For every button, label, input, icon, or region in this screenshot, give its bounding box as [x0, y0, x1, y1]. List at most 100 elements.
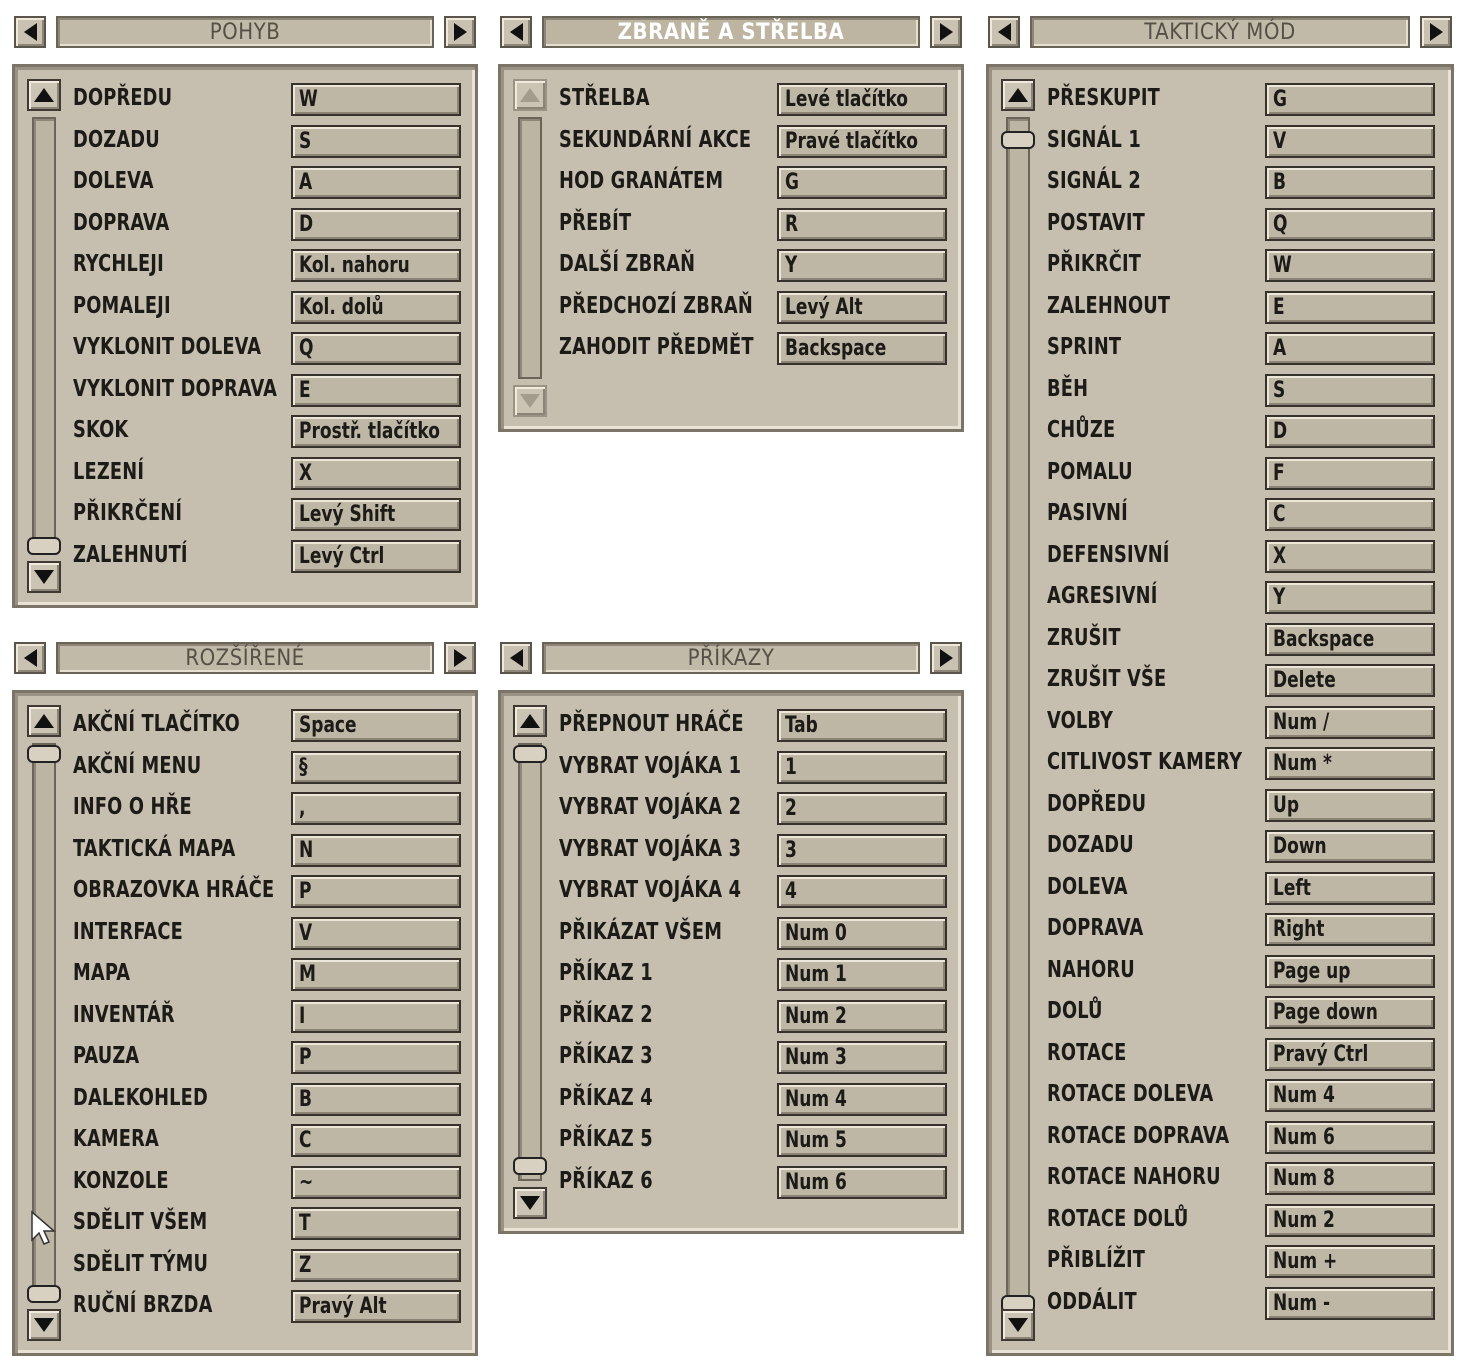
scrollbar[interactable]: [27, 79, 61, 593]
key-binding-field[interactable]: G: [777, 166, 947, 199]
key-binding-field[interactable]: Levý Alt: [777, 290, 947, 324]
key-binding-field[interactable]: B: [291, 1082, 461, 1116]
scroll-down-button[interactable]: [27, 561, 61, 593]
key-binding-field[interactable]: Num 4: [1265, 1079, 1435, 1112]
key-binding-field[interactable]: N: [291, 833, 461, 867]
key-binding-field[interactable]: Q: [291, 332, 461, 365]
key-binding-field[interactable]: §: [291, 750, 461, 784]
key-binding-field[interactable]: Pravé tlačítko: [777, 124, 947, 158]
prev-panel-button[interactable]: [14, 16, 46, 48]
key-binding-field[interactable]: X: [291, 456, 461, 490]
next-panel-button[interactable]: [444, 642, 476, 674]
key-binding-field[interactable]: Num 5: [777, 1124, 947, 1157]
scroll-down-button[interactable]: [513, 1187, 547, 1219]
scroll-up-button[interactable]: [27, 79, 61, 111]
key-binding-field[interactable]: B: [1265, 166, 1435, 199]
next-panel-button[interactable]: [444, 16, 476, 48]
scrollbar[interactable]: [513, 705, 547, 1219]
key-binding-field[interactable]: ~: [291, 1165, 461, 1199]
key-binding-field[interactable]: Left: [1265, 871, 1435, 905]
scroll-thumb-end[interactable]: [27, 1285, 61, 1303]
key-binding-field[interactable]: C: [291, 1124, 461, 1157]
key-binding-field[interactable]: Num 1: [777, 958, 947, 991]
key-binding-field[interactable]: P: [291, 875, 461, 908]
scroll-track[interactable]: [518, 743, 542, 1181]
panel-title-active[interactable]: ZBRANĚ A STŘELBA: [542, 16, 920, 48]
prev-panel-button[interactable]: [988, 16, 1020, 48]
key-binding-field[interactable]: Up: [1265, 788, 1435, 822]
key-binding-field[interactable]: Num 8: [1265, 1162, 1435, 1195]
key-binding-field[interactable]: Levý Shift: [291, 498, 461, 531]
key-binding-field[interactable]: Num *: [1265, 747, 1435, 780]
key-binding-field[interactable]: S: [291, 124, 461, 158]
key-binding-field[interactable]: Levé tlačítko: [777, 83, 947, 116]
key-binding-field[interactable]: T: [291, 1207, 461, 1240]
key-binding-field[interactable]: F: [1265, 456, 1435, 490]
key-binding-field[interactable]: Num 4: [777, 1082, 947, 1116]
key-binding-field[interactable]: Backspace: [777, 332, 947, 365]
scroll-up-button[interactable]: [27, 705, 61, 737]
key-binding-field[interactable]: Z: [291, 1248, 461, 1282]
key-binding-field[interactable]: Kol. dolů: [291, 290, 461, 324]
scroll-track[interactable]: [518, 117, 542, 379]
scroll-thumb[interactable]: [27, 745, 61, 763]
key-binding-field[interactable]: D: [291, 207, 461, 241]
key-binding-field[interactable]: 2: [777, 792, 947, 825]
key-binding-field[interactable]: Num 0: [777, 916, 947, 950]
key-binding-field[interactable]: M: [291, 958, 461, 991]
scroll-thumb[interactable]: [513, 745, 547, 763]
scrollbar[interactable]: [1001, 79, 1035, 1341]
key-binding-field[interactable]: Kol. nahoru: [291, 249, 461, 282]
prev-panel-button[interactable]: [14, 642, 46, 674]
key-binding-field[interactable]: D: [1265, 415, 1435, 448]
key-binding-field[interactable]: Page up: [1265, 954, 1435, 988]
scroll-track[interactable]: [1006, 117, 1030, 1303]
key-binding-field[interactable]: V: [291, 916, 461, 950]
key-binding-field[interactable]: I: [291, 999, 461, 1033]
key-binding-field[interactable]: 3: [777, 833, 947, 867]
key-binding-field[interactable]: S: [1265, 373, 1435, 407]
panel-title[interactable]: TAKTICKÝ MÓD: [1030, 16, 1410, 48]
key-binding-field[interactable]: Num 2: [777, 999, 947, 1033]
key-binding-field[interactable]: ,: [291, 792, 461, 825]
key-binding-field[interactable]: Pravý Ctrl: [1265, 1037, 1435, 1071]
key-binding-field[interactable]: Num 2: [1265, 1203, 1435, 1237]
key-binding-field[interactable]: W: [291, 83, 461, 116]
key-binding-field[interactable]: E: [1265, 290, 1435, 324]
scroll-down-button[interactable]: [27, 1309, 61, 1341]
key-binding-field[interactable]: E: [291, 373, 461, 407]
key-binding-field[interactable]: C: [1265, 498, 1435, 531]
key-binding-field[interactable]: Y: [777, 249, 947, 282]
next-panel-button[interactable]: [1420, 16, 1452, 48]
key-binding-field[interactable]: Delete: [1265, 664, 1435, 697]
panel-title[interactable]: PŘÍKAZY: [542, 642, 920, 674]
panel-title[interactable]: POHYB: [56, 16, 434, 48]
prev-panel-button[interactable]: [500, 16, 532, 48]
key-binding-field[interactable]: Num 3: [777, 1041, 947, 1074]
key-binding-field[interactable]: Pravý Alt: [291, 1290, 461, 1323]
key-binding-field[interactable]: A: [291, 166, 461, 199]
key-binding-field[interactable]: Num 6: [1265, 1120, 1435, 1154]
key-binding-field[interactable]: Num +: [1265, 1245, 1435, 1278]
key-binding-field[interactable]: Q: [1265, 207, 1435, 241]
key-binding-field[interactable]: Page down: [1265, 996, 1435, 1029]
scroll-down-button[interactable]: [513, 385, 547, 417]
key-binding-field[interactable]: Num 6: [777, 1165, 947, 1199]
key-binding-field[interactable]: Y: [1265, 581, 1435, 614]
scroll-up-button[interactable]: [513, 79, 547, 111]
scroll-track[interactable]: [32, 117, 56, 555]
scroll-thumb[interactable]: [1001, 131, 1035, 149]
key-binding-field[interactable]: A: [1265, 332, 1435, 365]
key-binding-field[interactable]: Num -: [1265, 1286, 1435, 1320]
key-binding-field[interactable]: Backspace: [1265, 622, 1435, 656]
scroll-up-button[interactable]: [1001, 79, 1035, 111]
key-binding-field[interactable]: 1: [777, 750, 947, 784]
scrollbar[interactable]: [513, 79, 547, 417]
panel-title[interactable]: ROZŠÍŘENÉ: [56, 642, 434, 674]
prev-panel-button[interactable]: [500, 642, 532, 674]
key-binding-field[interactable]: G: [1265, 83, 1435, 116]
key-binding-field[interactable]: V: [1265, 124, 1435, 158]
key-binding-field[interactable]: Right: [1265, 913, 1435, 946]
key-binding-field[interactable]: Down: [1265, 830, 1435, 863]
next-panel-button[interactable]: [930, 642, 962, 674]
